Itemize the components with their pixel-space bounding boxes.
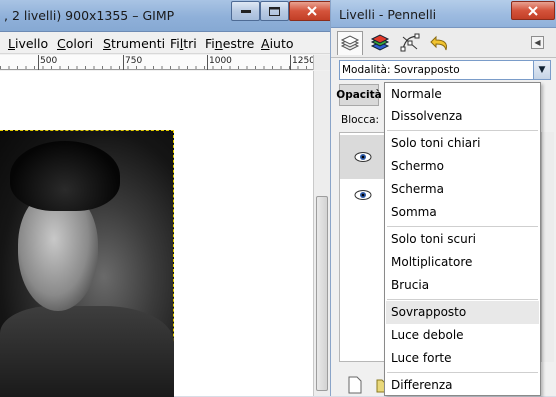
dock-close-button[interactable]: [511, 1, 555, 20]
menu-separator: [387, 299, 538, 300]
channels-icon: [370, 34, 390, 51]
ruler-corner: [313, 55, 330, 70]
minimize-button[interactable]: [231, 1, 260, 21]
eye-icon[interactable]: [354, 151, 372, 163]
dock-title: Livelli - Pennelli: [339, 7, 437, 22]
ruler-tick: [207, 55, 208, 70]
mode-option-solo-toni-chiari[interactable]: Solo toni chiari: [386, 132, 539, 155]
image-canvas[interactable]: [0, 71, 313, 397]
menu-separator: [387, 372, 538, 373]
maximize-button[interactable]: [260, 1, 289, 21]
mode-option-normale[interactable]: Normale: [386, 83, 539, 106]
tab-menu-icon: ◀: [534, 38, 541, 47]
ruler-tick: [38, 55, 39, 70]
mode-option-solo-toni-scuri[interactable]: Solo toni scuri: [386, 228, 539, 251]
dock-titlebar[interactable]: Livelli - Pennelli: [331, 0, 556, 28]
minimize-icon: [240, 10, 251, 13]
layers-list-scrollbar[interactable]: [541, 132, 554, 362]
new-layer-icon[interactable]: [347, 376, 363, 394]
ruler-label: 500: [40, 56, 58, 66]
mode-option-sovrapposto[interactable]: Sovrapposto: [386, 301, 539, 324]
portrait-hair: [10, 141, 120, 211]
mode-option-somma[interactable]: Somma: [386, 201, 539, 224]
portrait-image: [0, 130, 174, 397]
main-titlebar[interactable]: , 2 livelli) 900x1355 – GIMP: [0, 0, 335, 32]
ruler-tick: [123, 55, 124, 70]
mode-select[interactable]: Modalità: Sovrapposto ▼: [339, 60, 551, 80]
tab-paths[interactable]: [397, 31, 423, 55]
tab-undo-history[interactable]: [427, 31, 453, 55]
undo-history-icon: [430, 35, 447, 51]
gimp-main-window: , 2 livelli) 900x1355 – GIMP Livello Col…: [0, 0, 335, 397]
maximize-icon: [269, 6, 280, 16]
caption-buttons: [231, 1, 335, 22]
mode-option-schermo[interactable]: Schermo: [386, 155, 539, 178]
menu-filtri[interactable]: Filtri: [170, 36, 197, 51]
portrait-shirt: [0, 306, 174, 397]
ruler-label: 1250: [292, 56, 315, 66]
mode-row: Modalità: Sovrapposto ▼: [331, 58, 556, 82]
menubar: Livello Colori Strumenti Filtri Finestre…: [0, 32, 330, 54]
dock-tabs: ◀: [331, 28, 556, 58]
eye-icon[interactable]: [354, 189, 372, 201]
blend-mode-dropdown: Normale Dissolvenza Solo toni chiari Sch…: [384, 82, 541, 396]
mode-option-brucia[interactable]: Brucia: [386, 274, 539, 297]
mode-option-luce-debole[interactable]: Luce debole: [386, 324, 539, 347]
mode-label: Modalità:: [342, 64, 391, 76]
ruler-label: 1000: [209, 56, 232, 66]
horizontal-ruler[interactable]: 500 750 1000 1250: [0, 55, 315, 70]
lock-label: Blocca:: [341, 114, 380, 126]
mode-option-dissolvenza[interactable]: Dissolvenza: [386, 105, 539, 128]
opacity-label[interactable]: Opacità: [336, 84, 382, 106]
mode-option-luce-forte[interactable]: Luce forte: [386, 347, 539, 370]
close-button[interactable]: [289, 1, 335, 21]
mode-option-scherma[interactable]: Scherma: [386, 178, 539, 201]
mode-dropdown-arrow[interactable]: ▼: [533, 61, 550, 79]
menu-separator: [387, 226, 538, 227]
vertical-scrollbar[interactable]: [313, 71, 330, 396]
menu-finestre[interactable]: Finestre: [205, 36, 254, 51]
paths-icon: [400, 33, 420, 52]
mode-option-moltiplicatore[interactable]: Moltiplicatore: [386, 251, 539, 274]
tab-channels[interactable]: [367, 31, 393, 55]
tab-layers[interactable]: [337, 31, 363, 55]
close-icon: [528, 5, 538, 16]
scrollbar-thumb[interactable]: [316, 196, 328, 391]
layers-icon: [340, 34, 360, 51]
mode-value: Sovrapposto: [393, 64, 460, 76]
close-icon: [307, 6, 317, 16]
menu-separator: [387, 130, 538, 131]
menu-colori[interactable]: Colori: [57, 36, 93, 51]
layer-row[interactable]: [340, 173, 386, 217]
menu-strumenti[interactable]: Strumenti: [103, 36, 165, 51]
window-title: , 2 livelli) 900x1355 – GIMP: [4, 8, 175, 23]
chevron-down-icon: ▼: [538, 65, 546, 75]
menu-livello[interactable]: Livello: [8, 36, 48, 51]
menu-aiuto[interactable]: Aiuto: [261, 36, 294, 51]
ruler-tick: [290, 55, 291, 70]
ruler-label: 750: [125, 56, 143, 66]
tab-menu-button[interactable]: ◀: [531, 36, 544, 49]
layers-list: [339, 132, 386, 362]
mode-option-differenza[interactable]: Differenza: [386, 374, 539, 397]
